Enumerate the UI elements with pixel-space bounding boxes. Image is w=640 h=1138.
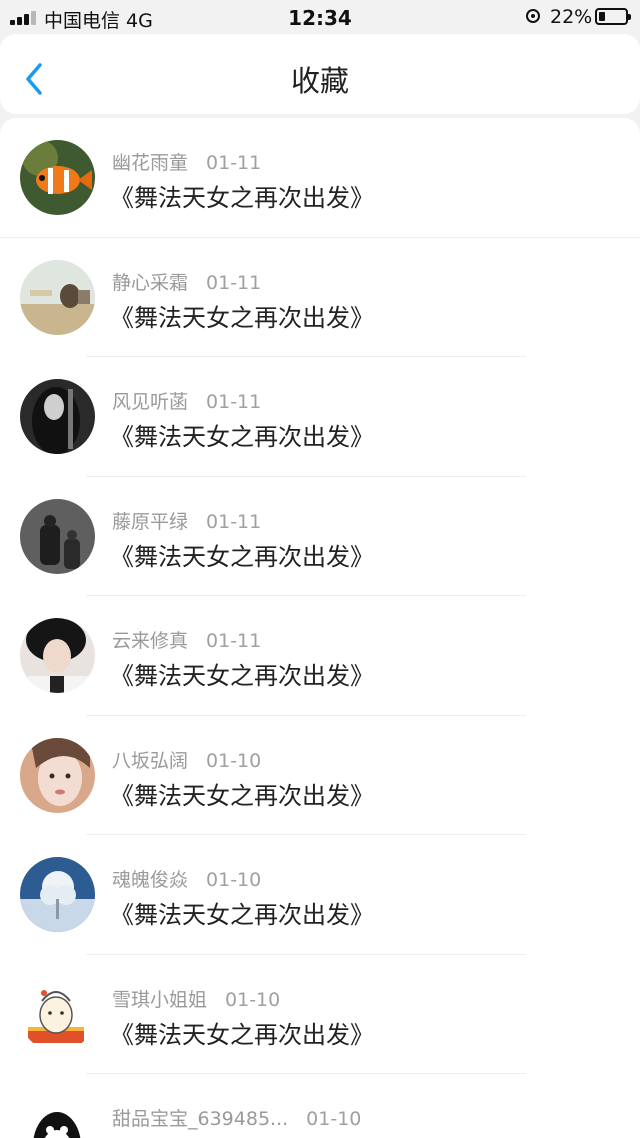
favorite-title[interactable]: 《舞法天女之再次出发》 [110,298,374,333]
battery-percent: 22% [550,6,593,28]
favorite-title[interactable]: 《舞法天女之再次出发》 [110,417,374,452]
favorite-title[interactable]: 《舞法天女之再次出发》 [110,537,374,572]
author-name[interactable]: 魂魄俊焱 [112,869,188,891]
author-line: 云来修真 01-11 [112,626,261,653]
girl-face-avatar-image [20,737,95,813]
favorite-title[interactable]: 《舞法天女之再次出发》 [110,178,374,213]
favorite-list-item[interactable]: 魂魄俊焱 01-10 《舞法天女之再次出发》 [0,835,640,955]
author-line: 幽花雨童 01-11 [112,148,261,175]
favorite-list-item[interactable]: 雪琪小姐姐 01-10 《舞法天女之再次出发》 [0,955,640,1074]
favorite-date: 01-10 [206,749,262,772]
author-line: 藤原平绿 01-11 [112,507,261,534]
favorite-title[interactable]: 《舞法天女之再次出发》 [110,1015,374,1050]
author-name[interactable]: 风见听菡 [112,391,188,413]
author-name[interactable]: 藤原平绿 [112,511,188,533]
author-line: 静心采霜 01-11 [112,268,261,295]
favorite-date: 01-11 [206,510,262,533]
avatar[interactable] [20,140,95,215]
favorite-date: 01-11 [206,152,262,174]
favorite-date: 01-10 [206,869,262,891]
avatar[interactable] [20,857,95,932]
avatar[interactable] [20,1096,95,1138]
favorite-list-item[interactable]: 云来修真 01-11 《舞法天女之再次出发》 [0,596,640,716]
favorite-title[interactable]: 《舞法天女之再次出发》 [110,656,374,691]
favorite-date: 01-10 [306,1108,362,1130]
author-name[interactable]: 幽花雨童 [112,152,188,174]
avatar[interactable] [20,379,95,454]
boy-avatar-image [20,618,95,693]
favorite-title[interactable]: 《舞法天女之再次出发》 [110,776,374,811]
avatar[interactable] [20,976,95,1052]
favorite-list-item[interactable]: 幽花雨童 01-11 《舞法天女之再次出发》 [0,118,640,238]
avatar[interactable] [20,618,95,693]
author-name[interactable]: 云来修真 [112,630,188,652]
battery-level-fill [599,12,605,21]
author-name[interactable]: 甜品宝宝_639485... [112,1108,288,1130]
favorite-date: 01-11 [206,391,262,413]
author-name[interactable]: 八坂弘阔 [112,750,188,772]
author-line: 风见听菡 01-11 [112,387,261,414]
clownfish-avatar-image [20,140,95,215]
page-title: 收藏 [290,64,349,98]
favorite-title[interactable]: 《舞法天女之再次出发》 [110,1134,374,1138]
favorite-title[interactable]: 《舞法天女之再次出发》 [110,895,374,930]
favorite-date: 01-11 [206,271,262,294]
author-line: 甜品宝宝_639485... 01-10 [112,1104,361,1131]
favorite-date: 01-11 [206,630,262,652]
favorite-list-item[interactable]: 八坂弘阔 01-10 《舞法天女之再次出发》 [0,716,640,835]
nav-header: 收藏 [0,34,640,114]
favorites-list[interactable]: 幽花雨童 01-11 《舞法天女之再次出发》 静心采霜 01-11 《舞法天女之再次出发… [0,118,640,1138]
status-bar: 中国电信 4G 12:34 22% [0,0,640,34]
author-name[interactable]: 雪琪小姐姐 [112,989,207,1011]
favorite-list-item[interactable]: 藤原平绿 01-11 《舞法天女之再次出发》 [0,477,640,596]
author-line: 魂魄俊焱 01-10 [112,865,261,892]
favorite-date: 01-10 [225,988,281,1011]
avatar[interactable] [20,737,95,813]
favorite-list-item[interactable]: 静心采霜 01-11 《舞法天女之再次出发》 [0,238,640,357]
author-name[interactable]: 静心采霜 [112,272,188,294]
battery-icon [595,8,631,25]
avatar[interactable] [20,259,95,335]
rotation-lock-icon [526,9,540,23]
clock: 12:34 [288,6,352,30]
author-line: 八坂弘阔 01-10 [112,746,261,773]
author-line: 雪琪小姐姐 01-10 [112,985,280,1012]
qq-penguin-avatar-image [20,1096,95,1138]
couple-avatar-image [20,498,95,574]
favorite-list-item[interactable]: 甜品宝宝_639485... 01-10 《舞法天女之再次出发》 [0,1074,640,1138]
girl-bw-avatar-image [20,379,95,454]
cartoon-avatar-image [20,976,95,1052]
favorite-list-item[interactable]: 风见听菡 01-11 《舞法天女之再次出发》 [0,357,640,477]
snow-tree-avatar-image [20,857,95,932]
cat-avatar-image [20,259,95,335]
avatar[interactable] [20,498,95,574]
